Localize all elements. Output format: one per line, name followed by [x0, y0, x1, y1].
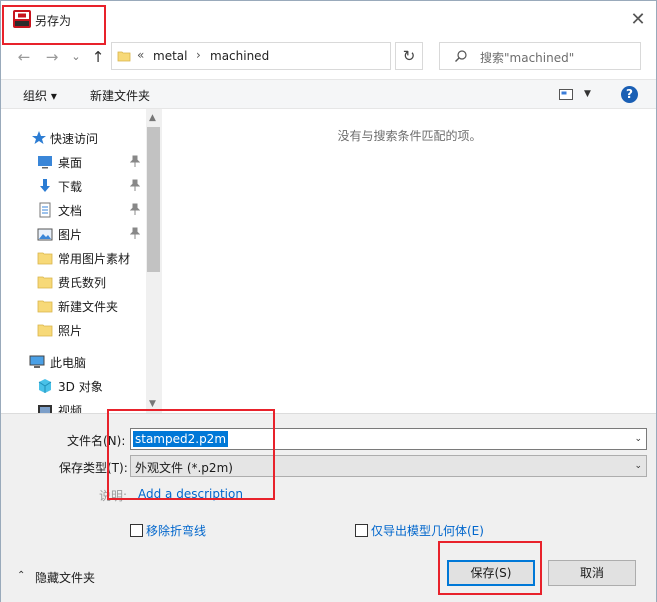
scroll-up-icon[interactable]: ▲ — [149, 113, 156, 123]
path-overflow[interactable]: « — [137, 48, 144, 62]
annotation-box-save — [438, 541, 542, 595]
sidebar-item-label: 3D 对象 — [58, 380, 103, 394]
chevron-down-icon: ⌄ — [71, 50, 81, 63]
search-input[interactable]: 搜索"machined" — [480, 49, 574, 66]
empty-results-message: 没有与搜索条件匹配的项。 — [337, 129, 482, 143]
sidebar-item-desktop[interactable]: 桌面 — [1, 150, 146, 174]
folder-icon — [37, 276, 53, 289]
export-geometry-only-label[interactable]: 仅导出模型几何体(E) — [371, 522, 484, 539]
folder-icon — [37, 252, 53, 265]
back-button[interactable]: ← — [15, 48, 33, 66]
chevron-right-icon: › — [196, 48, 201, 62]
sidebar-item-new-folder[interactable]: 新建文件夹 — [1, 294, 146, 318]
chevron-up-icon[interactable]: ⌃ — [17, 570, 25, 581]
sidebar-item-label: 桌面 — [58, 156, 83, 170]
sidebar-item-label: 照片 — [58, 324, 83, 338]
sidebar-item-downloads[interactable]: 下载 — [1, 174, 146, 198]
sidebar-item-label: 下载 — [58, 180, 83, 194]
search-box[interactable]: 搜索"machined" — [439, 42, 641, 70]
address-bar[interactable]: « metal › machined — [111, 42, 391, 70]
sidebar-item-label: 文档 — [58, 204, 83, 218]
up-arrow-icon: ↑ — [91, 48, 105, 66]
refresh-button[interactable]: ↻ — [395, 42, 423, 70]
sidebar-item-photos[interactable]: 照片 — [1, 318, 146, 342]
forward-button[interactable]: → — [43, 48, 61, 66]
hide-folders-button[interactable]: 隐藏文件夹 — [35, 569, 95, 586]
navigation-pane: 快速访问 桌面 下载 文档 图片 常用图片素材 费氏数列 新建文件夹 照片 此电… — [1, 109, 161, 413]
save-as-dialog: 另存为 ✕ ← → ⌄ ↑ « metal › machined ↻ 搜索"ma… — [0, 0, 657, 602]
view-options-icon[interactable] — [559, 89, 573, 100]
sidebar-item-label: 视频 — [58, 404, 83, 413]
recent-locations-button[interactable]: ⌄ — [67, 48, 85, 66]
pin-icon — [130, 227, 140, 239]
sidebar-item-this-pc[interactable]: 此电脑 — [1, 350, 146, 374]
export-geometry-only-checkbox[interactable] — [355, 524, 368, 537]
sidebar-item-label: 此电脑 — [50, 356, 87, 370]
breadcrumb-machined[interactable]: machined — [210, 49, 269, 63]
folder-icon — [117, 51, 131, 62]
chevron-down-icon[interactable]: ▼ — [584, 89, 591, 99]
chevron-down-icon[interactable]: ⌄ — [634, 434, 642, 444]
pin-icon — [130, 203, 140, 215]
sidebar-item-quick-access[interactable]: 快速访问 — [1, 126, 146, 150]
sidebar-item-label: 新建文件夹 — [58, 300, 119, 314]
command-bar: 组织 ▾ 新建文件夹 ▼ ? — [1, 79, 656, 109]
folder-icon — [37, 300, 53, 313]
sidebar-item-documents[interactable]: 文档 — [1, 198, 146, 222]
help-button[interactable]: ? — [621, 86, 638, 103]
back-arrow-icon: ← — [17, 48, 31, 66]
pin-icon — [130, 179, 140, 191]
3d-objects-icon — [38, 379, 52, 393]
breadcrumb-metal[interactable]: metal — [153, 49, 187, 63]
sidebar-item-3d-objects[interactable]: 3D 对象 — [1, 374, 146, 398]
up-button[interactable]: ↑ — [89, 48, 107, 66]
annotation-box-title — [2, 5, 106, 45]
video-icon — [38, 405, 52, 413]
sidebar-item-label: 常用图片素材 — [58, 252, 131, 266]
sidebar-item-fibonacci[interactable]: 费氏数列 — [1, 270, 146, 294]
cancel-button[interactable]: 取消 — [548, 560, 636, 586]
remove-creases-label[interactable]: 移除折弯线 — [146, 522, 206, 539]
sidebar-item-label: 图片 — [58, 228, 83, 242]
organize-button[interactable]: 组织 ▾ — [23, 87, 57, 104]
annotation-box-filename — [107, 409, 275, 500]
refresh-icon: ↻ — [402, 47, 416, 65]
desktop-icon — [38, 156, 52, 169]
computer-icon — [29, 355, 45, 368]
scroll-down-icon[interactable]: ▼ — [149, 399, 156, 409]
sidebar-item-label: 快速访问 — [50, 132, 99, 146]
forward-arrow-icon: → — [45, 48, 59, 66]
sidebar-scrollbar[interactable]: ▲ ▼ — [146, 109, 161, 413]
sidebar-item-common-images[interactable]: 常用图片素材 — [1, 246, 146, 270]
scrollbar-thumb[interactable] — [147, 127, 160, 272]
search-icon — [455, 50, 467, 62]
chevron-down-icon[interactable]: ⌄ — [634, 461, 642, 471]
pictures-icon — [37, 228, 53, 241]
document-icon — [39, 202, 51, 218]
close-button[interactable]: ✕ — [627, 9, 649, 31]
sidebar-item-label: 费氏数列 — [58, 276, 107, 290]
download-icon — [40, 179, 50, 192]
help-icon: ? — [626, 87, 633, 101]
close-icon: ✕ — [630, 9, 646, 30]
folder-icon — [37, 324, 53, 337]
save-options-panel: 文件名(N): stamped2.p2m ⌄ 保存类型(T): 外观文件 (*.… — [1, 413, 656, 602]
sidebar-item-pictures[interactable]: 图片 — [1, 222, 146, 246]
new-folder-button[interactable]: 新建文件夹 — [90, 87, 150, 104]
file-list[interactable]: 没有与搜索条件匹配的项。 — [161, 109, 656, 413]
pin-icon — [130, 155, 140, 167]
remove-creases-checkbox[interactable] — [130, 524, 143, 537]
star-icon — [32, 131, 46, 144]
